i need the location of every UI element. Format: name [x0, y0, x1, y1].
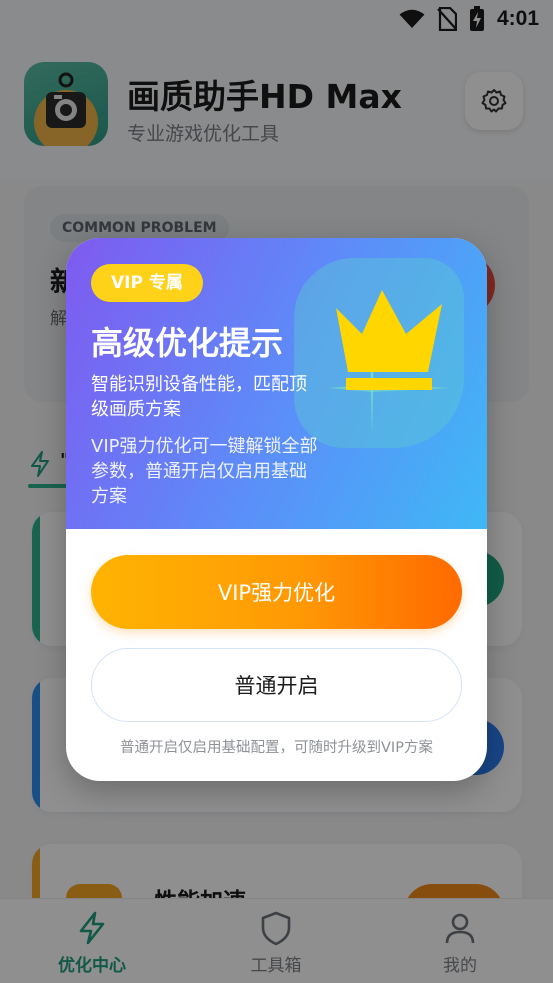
- crown-icon: [328, 286, 452, 446]
- dialog-footnote: 普通开启仅启用基础配置，可随时升级到VIP方案: [120, 740, 433, 756]
- normal-enable-button[interactable]: 普通开启: [91, 648, 462, 722]
- vip-optimization-dialog: VIP 专属 高级优化提示 智能识别设备性能，匹配顶级画质方案 VIP强力优化可…: [66, 238, 487, 781]
- dialog-title: 高级优化提示: [91, 324, 284, 362]
- dialog-hero: VIP 专属 高级优化提示 智能识别设备性能，匹配顶级画质方案 VIP强力优化可…: [66, 238, 487, 529]
- dialog-description: VIP强力优化可一键解锁全部参数，普通开启仅启用基础方案: [91, 436, 318, 507]
- vip-exclusive-tag: VIP 专属: [91, 264, 203, 302]
- vip-optimize-button[interactable]: VIP强力优化: [91, 555, 462, 629]
- dialog-subtitle: 智能识别设备性能，匹配顶级画质方案: [91, 374, 307, 420]
